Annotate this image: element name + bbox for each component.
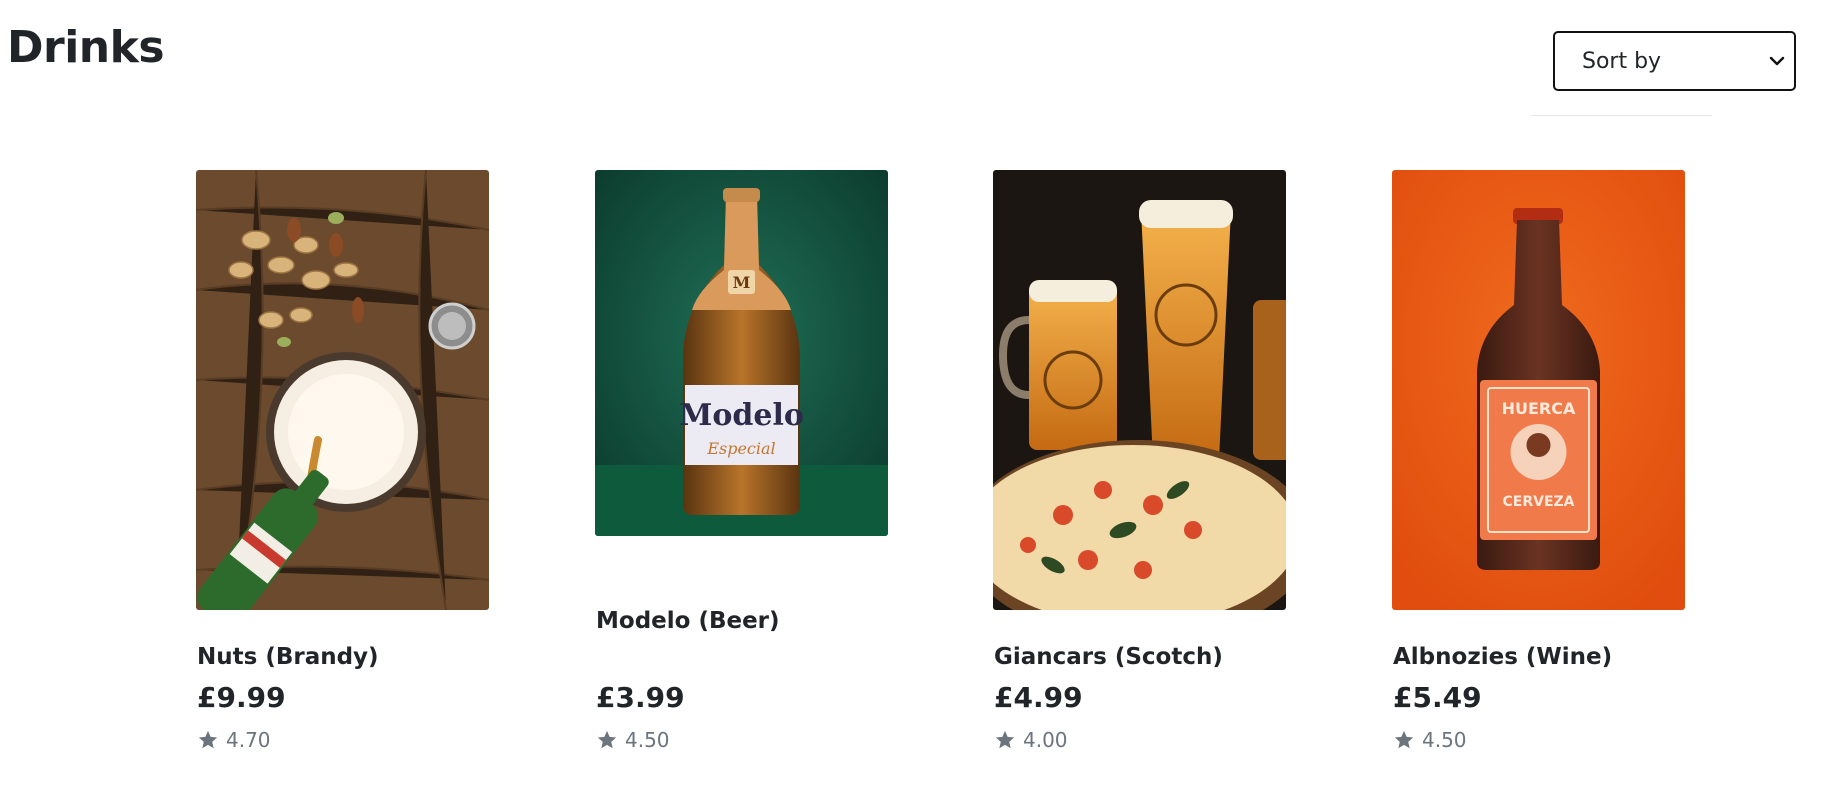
star-icon	[597, 730, 617, 749]
beers-and-pizza-photo	[993, 170, 1286, 610]
svg-text:Especial: Especial	[706, 439, 775, 458]
page-title: Drinks	[7, 22, 165, 73]
product-name[interactable]: Modelo (Beer)	[596, 608, 780, 634]
rating-value: 4.00	[1023, 728, 1068, 752]
product-rating: 4.00	[994, 728, 1068, 752]
svg-text:HUERCA: HUERCA	[1502, 399, 1576, 418]
product-image[interactable]: M Modelo Especial	[595, 170, 888, 536]
star-icon	[198, 730, 218, 749]
product-name[interactable]: Albnozies (Wine)	[1393, 644, 1612, 670]
sort-divider	[1531, 115, 1712, 116]
rating-value: 4.70	[226, 728, 271, 752]
modelo-bottle-photo: M Modelo Especial	[595, 170, 888, 536]
product-price: £4.99	[994, 681, 1083, 714]
product-image[interactable]: HUERCA CERVEZA	[1392, 170, 1685, 610]
product-price: £5.49	[1393, 681, 1482, 714]
amber-bottle-photo: HUERCA CERVEZA	[1392, 170, 1685, 610]
product-price: £9.99	[197, 681, 286, 714]
product-rating: 4.50	[1393, 728, 1467, 752]
sort-by-select[interactable]: Sort by	[1553, 31, 1796, 91]
product-name[interactable]: Giancars (Scotch)	[994, 644, 1223, 670]
svg-text:CERVEZA: CERVEZA	[1502, 494, 1574, 510]
svg-text:Modelo: Modelo	[679, 398, 804, 433]
sort-by-label: Sort by	[1582, 48, 1662, 74]
product-name[interactable]: Nuts (Brandy)	[197, 644, 379, 670]
rating-value: 4.50	[625, 728, 670, 752]
rating-value: 4.50	[1422, 728, 1467, 752]
drinks-page: Drinks Sort by Nuts (Brandy) £9.99 4.70 …	[0, 0, 1828, 796]
product-price: £3.99	[596, 681, 685, 714]
product-image[interactable]	[196, 170, 489, 610]
chevron-down-icon	[1769, 56, 1785, 66]
beer-and-nuts-photo	[196, 170, 489, 610]
product-rating: 4.70	[197, 728, 271, 752]
svg-text:M: M	[733, 273, 751, 292]
product-rating: 4.50	[596, 728, 670, 752]
star-icon	[995, 730, 1015, 749]
product-image[interactable]	[993, 170, 1286, 610]
star-icon	[1394, 730, 1414, 749]
